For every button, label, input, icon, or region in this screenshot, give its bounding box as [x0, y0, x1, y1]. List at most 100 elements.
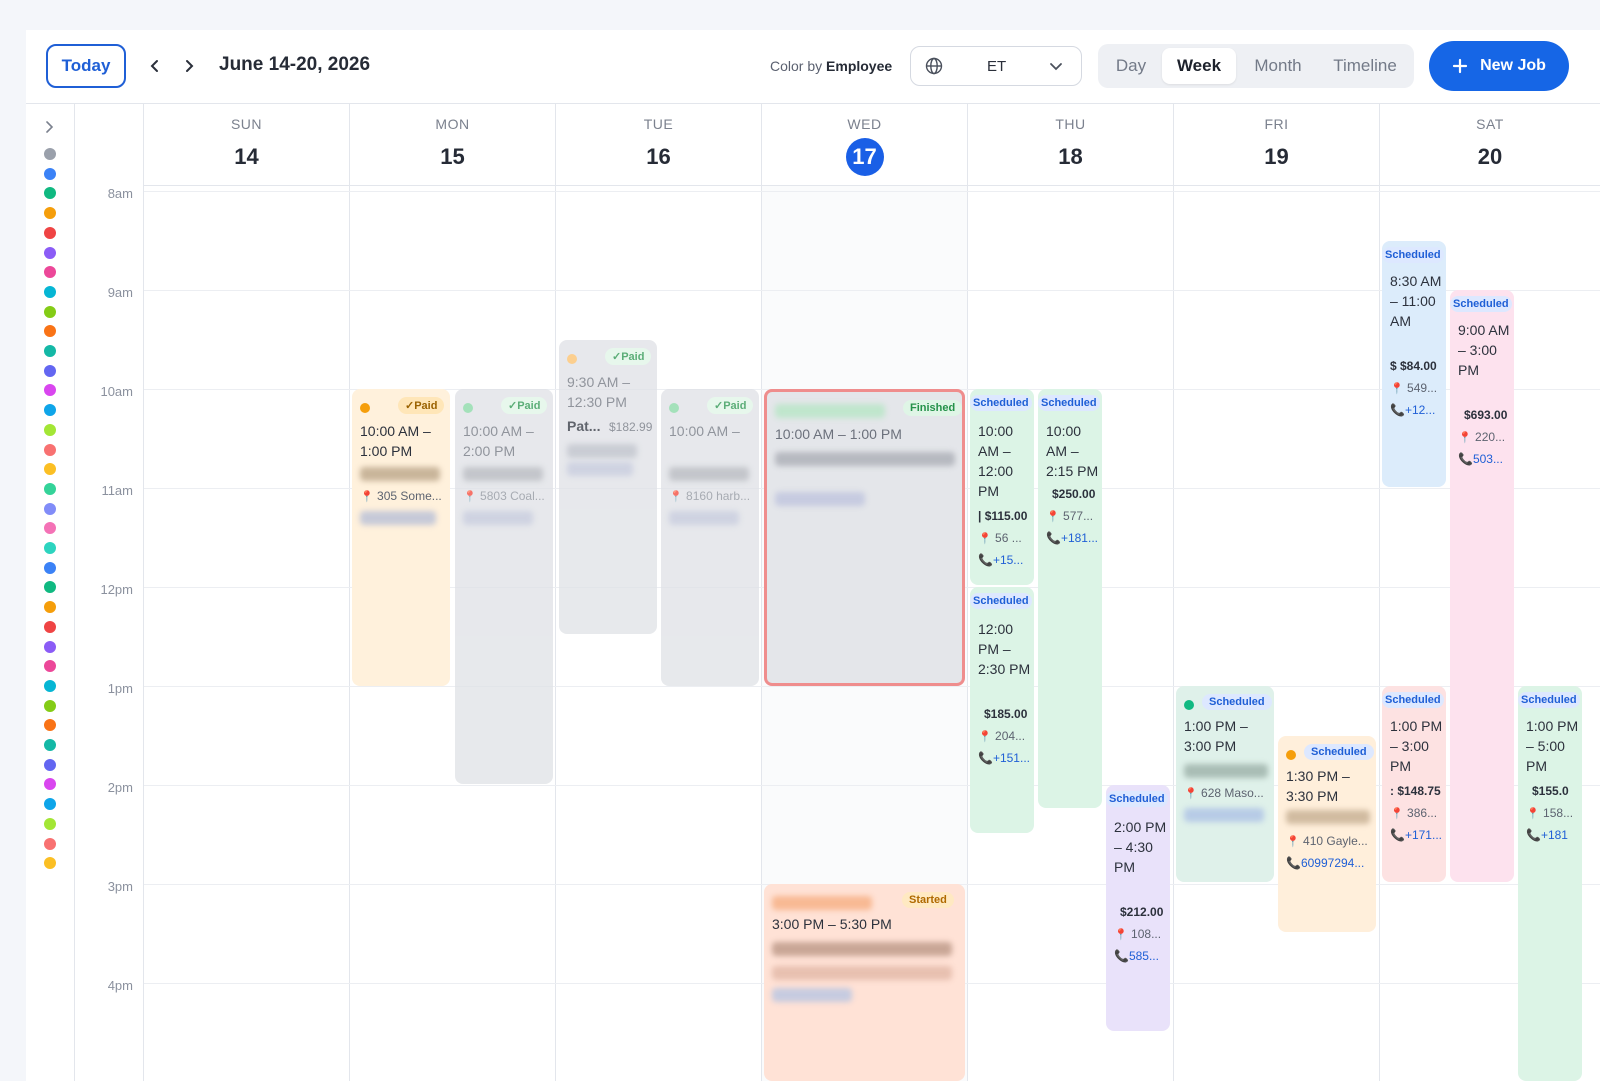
day-header-fri[interactable]: FRI 19	[1174, 104, 1380, 186]
employee-filter-dot[interactable]	[44, 364, 56, 377]
day-header-wed[interactable]: WED 17	[762, 104, 968, 186]
employee-filter-dot[interactable]	[44, 522, 56, 535]
day-name: FRI	[1264, 116, 1289, 132]
day-name: THU	[1055, 116, 1086, 132]
day-header-sun[interactable]: SUN 14	[144, 104, 350, 186]
view-day-tab[interactable]: Day	[1102, 48, 1160, 84]
job-card-mon-2[interactable]: ✓Paid 10:00 AM – 2:00 PM 📍 5803 Coal...	[455, 389, 553, 784]
employee-filter-dot[interactable]	[44, 305, 56, 318]
day-header-tue[interactable]: TUE 16	[556, 104, 762, 186]
job-card-sat-3[interactable]: Scheduled 1:00 PM – 3:00 PM : $148.75 📍 …	[1382, 686, 1446, 882]
day-header-thu[interactable]: THU 18	[968, 104, 1174, 186]
job-card-thu-3[interactable]: Scheduled 12:00 PM – 2:30 PM $185.00 📍 2…	[970, 587, 1034, 833]
job-card-wed-1-selected[interactable]: Finished 10:00 AM – 1:00 PM	[764, 389, 965, 686]
employee-filter-dot[interactable]	[44, 187, 56, 200]
employee-filter-dot[interactable]	[44, 285, 56, 298]
job-phone[interactable]: 📞+171...	[1390, 828, 1442, 842]
phone-redacted	[1184, 808, 1264, 822]
employee-filter-dot[interactable]	[44, 542, 56, 554]
employee-filter-dot[interactable]	[44, 699, 56, 712]
employee-filter-dot[interactable]	[44, 423, 56, 436]
employee-filter-dot[interactable]	[44, 148, 56, 160]
employee-filter-dot[interactable]	[44, 679, 56, 692]
employee-filter-dot[interactable]	[44, 207, 56, 220]
employee-filter-dot[interactable]	[44, 857, 56, 870]
job-card-tue-1[interactable]: ✓Paid 9:30 AM – 12:30 PM Pat... $182.99	[559, 340, 657, 634]
employee-filter-dot[interactable]	[44, 561, 56, 574]
new-job-label: New Job	[1480, 57, 1546, 74]
phone-redacted	[669, 511, 739, 525]
job-card-fri-1[interactable]: Scheduled 1:00 PM – 3:00 PM 📍 628 Maso..…	[1176, 686, 1274, 882]
job-card-thu-2[interactable]: Scheduled 10:00 AM – 2:15 PM $250.00 📍 5…	[1038, 389, 1102, 808]
job-card-tue-2[interactable]: ✓Paid 10:00 AM – 📍 8160 harb...	[661, 389, 759, 686]
employee-filter-dot[interactable]	[44, 404, 56, 417]
status-badge: ✓Paid	[605, 348, 652, 365]
employee-filter-dot[interactable]	[44, 384, 56, 397]
job-card-thu-1[interactable]: Scheduled 10:00 AM – 12:00 PM | $115.00 …	[970, 389, 1034, 585]
job-phone[interactable]: 📞+181	[1526, 828, 1568, 842]
new-job-button[interactable]: New Job	[1429, 41, 1569, 91]
job-card-thu-4[interactable]: Scheduled 2:00 PM – 4:30 PM $212.00 📍 10…	[1106, 785, 1170, 1031]
phone-icon: 📞	[1046, 531, 1061, 545]
job-time: 1:30 PM – 3:30 PM	[1286, 768, 1350, 804]
job-card-sat-4[interactable]: Scheduled 1:00 PM – 5:00 PM $155.0 📍 158…	[1518, 686, 1582, 1081]
pin-icon: 📍	[360, 491, 374, 503]
phone-icon: 📞	[1458, 452, 1473, 466]
day-column-fri[interactable]	[1174, 186, 1380, 1081]
job-phone[interactable]: 📞585...	[1114, 949, 1159, 963]
employee-filter-dot[interactable]	[44, 482, 56, 495]
employee-filter-dot[interactable]	[44, 266, 56, 279]
job-card-sat-1[interactable]: Scheduled 8:30 AM – 11:00 AM $ $84.00 📍 …	[1382, 241, 1446, 487]
employee-filter-dot[interactable]	[44, 719, 56, 732]
employee-filter-dot[interactable]	[44, 463, 56, 476]
employee-filter-dot[interactable]	[44, 739, 56, 751]
phone-text: +15...	[992, 553, 1024, 567]
job-card-sat-2[interactable]: Scheduled 9:00 AM – 3:00 PM $693.00 📍 22…	[1450, 290, 1514, 882]
job-time: 1:00 PM – 5:00 PM	[1526, 718, 1579, 774]
employee-filter-dot[interactable]	[44, 502, 56, 515]
job-address: 📍 158...	[1526, 806, 1573, 820]
job-card-fri-2[interactable]: Scheduled 1:30 PM – 3:30 PM 📍 410 Gayle.…	[1278, 736, 1376, 932]
job-time: 9:00 AM – 3:00 PM	[1458, 322, 1510, 378]
employee-filter-dot[interactable]	[44, 581, 56, 594]
address-text: 108...	[1131, 927, 1162, 941]
status-badge: Scheduled	[1382, 692, 1444, 708]
employee-filter-dot[interactable]	[44, 778, 56, 791]
today-button[interactable]: Today	[46, 44, 126, 88]
job-phone[interactable]: 📞+151...	[978, 751, 1030, 765]
job-phone[interactable]: 📞+15...	[978, 553, 1023, 567]
job-phone[interactable]: 📞+12...	[1390, 403, 1435, 417]
employee-filter-dot[interactable]	[44, 246, 56, 259]
employee-filter-dot[interactable]	[44, 758, 56, 771]
job-phone[interactable]: 📞503...	[1458, 452, 1503, 466]
expand-chevron-icon[interactable]	[43, 120, 55, 134]
employee-filter-dot[interactable]	[44, 798, 56, 811]
timezone-select[interactable]: ET	[910, 46, 1082, 86]
job-phone[interactable]: 📞+181...	[1046, 531, 1098, 545]
employee-filter-dot[interactable]	[44, 837, 56, 850]
employee-filter-dot[interactable]	[44, 640, 56, 653]
next-week-button[interactable]	[177, 52, 201, 80]
view-month-tab[interactable]: Month	[1238, 48, 1318, 84]
job-card-mon-1[interactable]: ✓Paid 10:00 AM – 1:00 PM 📍 305 Some...	[352, 389, 450, 686]
employee-filter-dot[interactable]	[44, 325, 56, 338]
day-header-mon[interactable]: MON 15	[350, 104, 556, 186]
employee-filter-dot[interactable]	[44, 443, 56, 456]
employee-filter-dot[interactable]	[44, 226, 56, 239]
color-by-control[interactable]: Color by Employee	[770, 58, 892, 74]
day-column-sun[interactable]	[144, 186, 350, 1081]
employee-filter-dot[interactable]	[44, 345, 56, 357]
view-week-tab[interactable]: Week	[1162, 48, 1236, 84]
employee-filter-dot[interactable]	[44, 601, 56, 614]
job-card-wed-2[interactable]: Started 3:00 PM – 5:30 PM	[764, 884, 965, 1081]
day-header-sat[interactable]: SAT 20	[1380, 104, 1600, 186]
status-badge: ✓Paid	[398, 397, 445, 414]
employee-filter-dot[interactable]	[44, 167, 56, 180]
status-badge: Scheduled	[1450, 296, 1512, 312]
view-timeline-tab[interactable]: Timeline	[1320, 48, 1410, 84]
employee-filter-dot[interactable]	[44, 660, 56, 673]
employee-filter-dot[interactable]	[44, 620, 56, 633]
previous-week-button[interactable]	[143, 52, 167, 80]
employee-filter-dot[interactable]	[44, 817, 56, 830]
job-phone[interactable]: 📞60997294...	[1286, 856, 1376, 870]
